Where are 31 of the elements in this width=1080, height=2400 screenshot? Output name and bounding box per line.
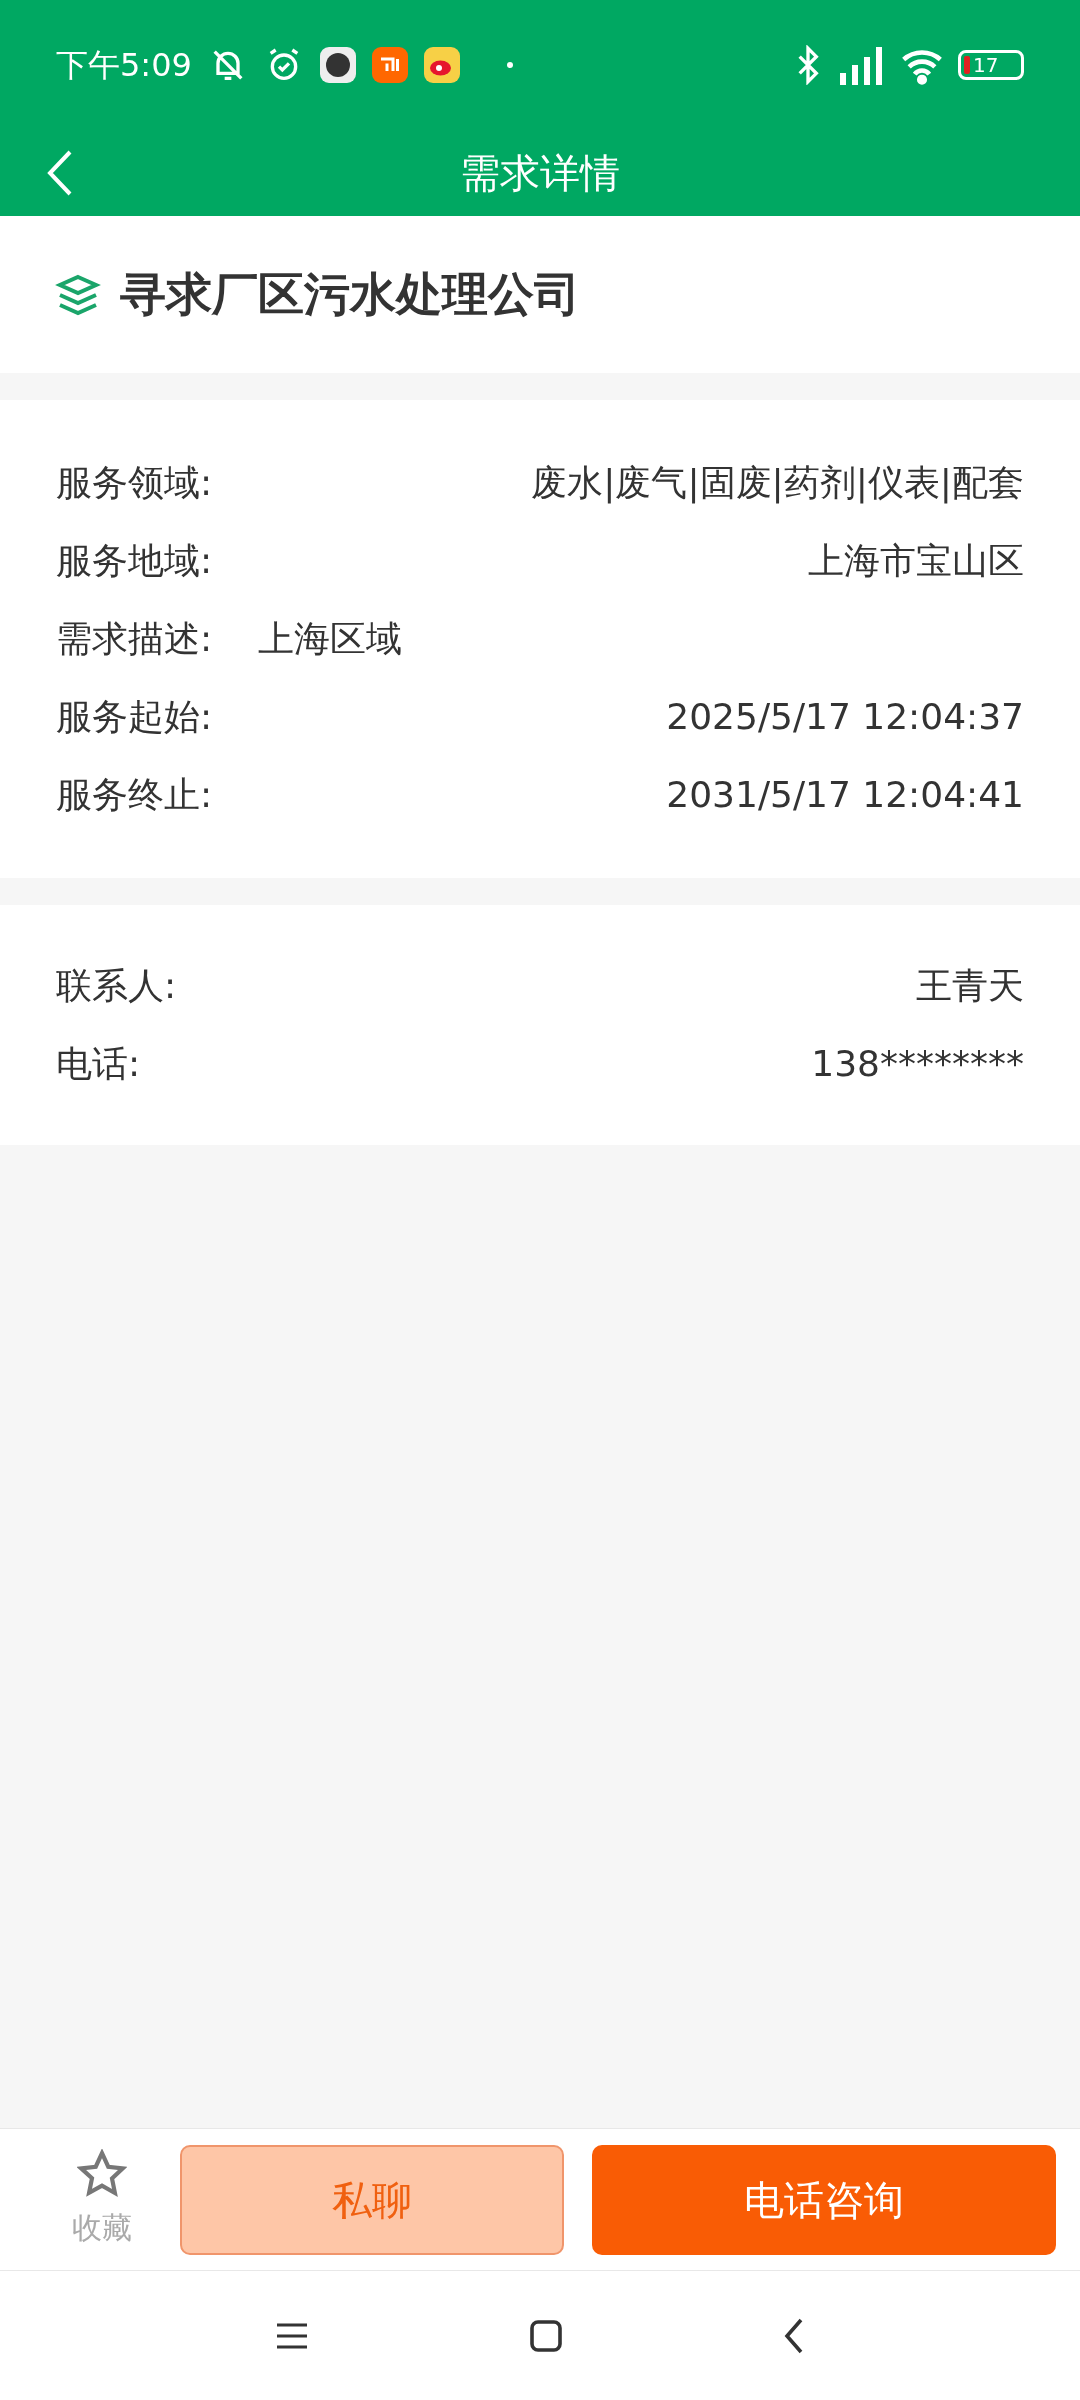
field-label: 服务起始: — [56, 695, 213, 739]
page-title: 需求详情 — [460, 149, 620, 198]
call-button[interactable]: 电话咨询 — [592, 2144, 1056, 2255]
app-icon — [319, 47, 356, 83]
app-icon — [371, 47, 408, 83]
field-value: 上海市宝山区 — [808, 539, 1024, 583]
field-label: 服务终止: — [56, 773, 213, 817]
field-label: 需求描述: — [56, 617, 213, 661]
field-value: 2031/5/17 12:04:41 — [666, 773, 1024, 817]
status-time: 下午5:09 — [56, 45, 192, 86]
field-value: 138******** — [811, 1042, 1024, 1086]
boxes-icon — [54, 272, 102, 317]
field-value: 废水|废气|固废|药剂|仪表|配套 — [531, 461, 1024, 506]
favorite-button[interactable]: 收藏 — [52, 2149, 152, 2250]
field-label: 服务领域: — [56, 461, 213, 505]
field-label: 电话: — [56, 1042, 141, 1086]
field-value: 2025/5/17 12:04:37 — [666, 695, 1024, 739]
field-label: 联系人: — [56, 964, 177, 1008]
menu-icon[interactable] — [275, 2320, 309, 2351]
demand-title: 寻求厂区污水处理公司 — [120, 266, 580, 323]
star-icon — [77, 2149, 127, 2199]
back-icon[interactable] — [783, 2317, 805, 2354]
home-icon[interactable] — [529, 2318, 563, 2353]
app-icon — [423, 47, 460, 83]
battery-fill — [964, 56, 970, 74]
dot-icon — [505, 61, 514, 69]
chat-button[interactable]: 私聊 — [180, 2144, 564, 2255]
field-value: 上海区域 — [258, 617, 403, 661]
battery-level: 17 — [973, 55, 999, 75]
field-value: 王青天 — [916, 964, 1024, 1008]
field-label: 服务地域: — [56, 539, 213, 583]
